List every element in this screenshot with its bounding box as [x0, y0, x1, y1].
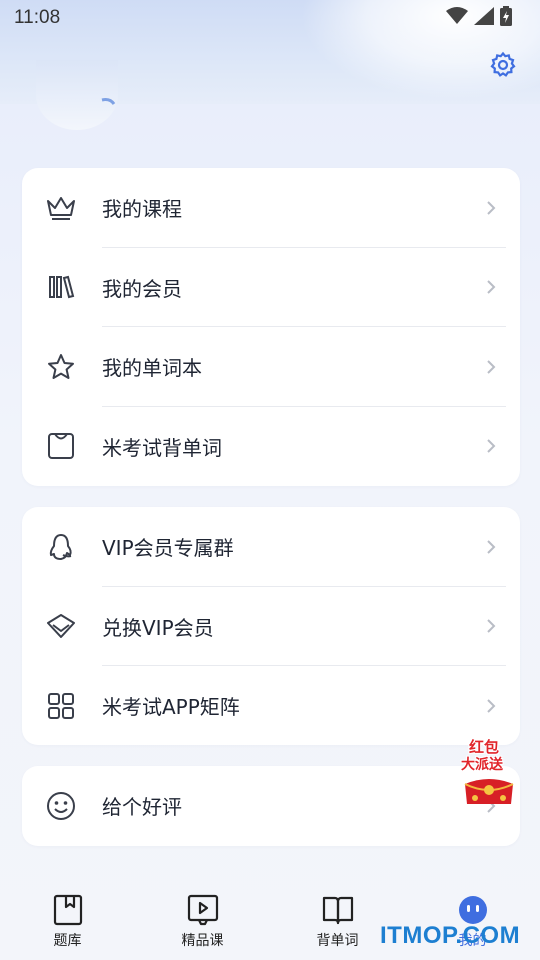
diamond-icon — [44, 609, 78, 643]
wifi-icon — [446, 7, 468, 29]
qq-penguin-icon — [44, 530, 78, 564]
nav-item-question-bank[interactable]: 题库 — [0, 880, 135, 950]
menu-item-redeem-vip[interactable]: 兑换VIP会员 — [22, 587, 520, 666]
watermark: ITMOP.COM — [380, 922, 521, 949]
chevron-right-icon — [482, 199, 500, 217]
star-icon — [44, 350, 78, 384]
menu-item-label: VIP会员专属群 — [102, 536, 234, 561]
menu-card-primary: 我的课程 我的会员 我的单词本 米考试背单词 — [22, 168, 520, 486]
menu-item-rate-app[interactable]: 给个好评 — [22, 766, 520, 846]
open-book-icon — [322, 894, 354, 926]
chevron-right-icon — [482, 278, 500, 296]
menu-item-my-courses[interactable]: 我的课程 — [22, 168, 520, 248]
menu-item-vip-group[interactable]: VIP会员专属群 — [22, 507, 520, 587]
nav-label: 精品课 — [181, 933, 224, 949]
menu-item-label: 给个好评 — [102, 795, 182, 820]
grid-icon — [44, 689, 78, 723]
gear-icon — [489, 51, 517, 83]
menu-card-feedback: 给个好评 — [22, 766, 520, 846]
status-time: 11:08 — [14, 7, 61, 28]
status-bar: 11:08 — [0, 0, 540, 36]
smile-icon — [44, 789, 78, 823]
chevron-right-icon — [482, 617, 500, 635]
nav-label: 题库 — [53, 933, 82, 949]
nav-label: 背单词 — [316, 933, 359, 949]
video-play-icon — [187, 894, 219, 926]
bag-icon — [44, 429, 78, 463]
settings-button[interactable] — [488, 51, 518, 83]
crown-icon — [44, 191, 78, 225]
menu-item-label: 我的课程 — [102, 197, 182, 222]
menu-item-label: 米考试背单词 — [102, 435, 222, 460]
menu-item-label: 兑换VIP会员 — [102, 615, 214, 640]
chevron-right-icon — [482, 697, 500, 715]
signal-icon — [474, 7, 494, 29]
menu-item-label: 我的会员 — [102, 276, 182, 301]
red-packet-subtitle: 大派送 — [461, 757, 503, 773]
menu-item-vocab-app[interactable]: 米考试背单词 — [22, 407, 520, 487]
nav-item-premium-courses[interactable]: 精品课 — [135, 880, 270, 950]
chevron-right-icon — [482, 538, 500, 556]
red-packet-promo-button[interactable]: 红包 大派送 — [455, 736, 521, 808]
books-icon — [44, 270, 78, 304]
avatar[interactable] — [36, 60, 118, 130]
menu-item-my-membership[interactable]: 我的会员 — [22, 248, 520, 327]
menu-item-my-wordbook[interactable]: 我的单词本 — [22, 327, 520, 407]
menu-card-vip: VIP会员专属群 兑换VIP会员 米考试APP矩阵 — [22, 507, 520, 745]
bookmark-book-icon — [52, 894, 84, 926]
menu-item-app-matrix[interactable]: 米考试APP矩阵 — [22, 666, 520, 746]
chevron-right-icon — [482, 437, 500, 455]
battery-icon — [500, 6, 512, 30]
red-envelope-icon — [461, 774, 517, 806]
chevron-right-icon — [482, 358, 500, 376]
menu-item-label: 我的单词本 — [102, 356, 202, 381]
menu-item-label: 米考试APP矩阵 — [102, 695, 240, 720]
